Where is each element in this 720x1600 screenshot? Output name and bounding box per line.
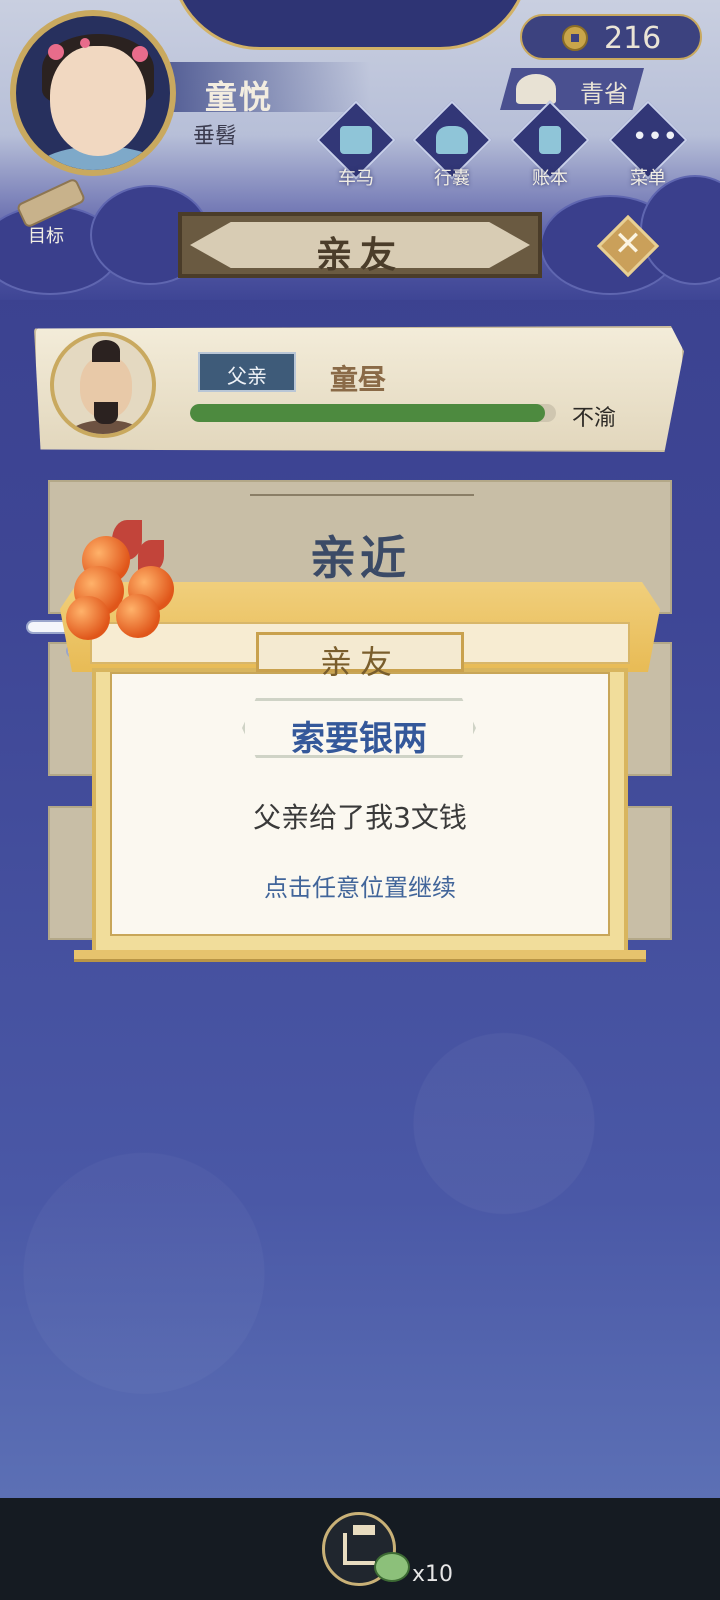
season-label: 青省 <box>580 80 628 108</box>
relation-role: 父亲 <box>227 364 267 388</box>
carriage-button[interactable]: 车马 <box>316 100 396 189</box>
dialog-action-text: 索要银两 <box>291 719 427 759</box>
ledger-icon <box>539 126 561 154</box>
panel-title-banner: 亲友 <box>178 212 542 278</box>
affection-bar <box>190 404 556 422</box>
relation-tag: 父亲 <box>198 352 296 392</box>
close-button[interactable]: ✕ <box>596 214 660 278</box>
goal-button[interactable]: 目标 <box>10 177 90 252</box>
player-name: 童悦 <box>205 78 274 116</box>
dialog-continue-hint[interactable]: 点击任意位置继续 <box>92 868 628 903</box>
panel-title: 亲友 <box>315 235 404 276</box>
menu-button[interactable]: ••• 菜单 <box>608 100 688 189</box>
affection-bar-fill <box>190 404 546 422</box>
ledger-button[interactable]: 账本 <box>510 100 590 189</box>
relative-name: 童昼 <box>330 363 387 396</box>
currency-bar[interactable]: 216 <box>520 14 702 60</box>
menu-label: 菜单 <box>630 168 666 189</box>
dialog-message: 父亲给了我3文钱 <box>253 801 467 834</box>
bag-icon <box>436 126 468 154</box>
goal-label: 目标 <box>28 226 64 247</box>
close-icon: ✕ <box>613 224 643 264</box>
carriage-icon <box>340 126 372 154</box>
bag-label: 行囊 <box>434 168 470 189</box>
dialog-action-title: 索要银两 <box>242 698 476 758</box>
bag-button[interactable]: 行囊 <box>412 100 492 189</box>
dialog-title: 亲友 <box>256 632 464 681</box>
share-icon <box>343 1525 375 1565</box>
share-reward-count: x10 <box>412 1562 454 1587</box>
dialog-base <box>74 950 646 962</box>
season-badge[interactable]: 青省 <box>500 68 644 110</box>
currency-amount: 216 <box>604 21 662 56</box>
dialog-title-text: 亲友 <box>319 643 400 681</box>
carriage-label: 车马 <box>338 168 374 189</box>
player-avatar[interactable] <box>10 10 176 176</box>
copper-coin-icon <box>562 25 588 51</box>
ledger-label: 账本 <box>532 168 568 189</box>
relative-avatar <box>50 332 156 438</box>
player-age-stage: 垂髫 <box>193 124 238 149</box>
frog-icon <box>374 1552 410 1582</box>
more-icon: ••• <box>632 122 679 152</box>
affection-label: 不渝 <box>572 406 617 431</box>
